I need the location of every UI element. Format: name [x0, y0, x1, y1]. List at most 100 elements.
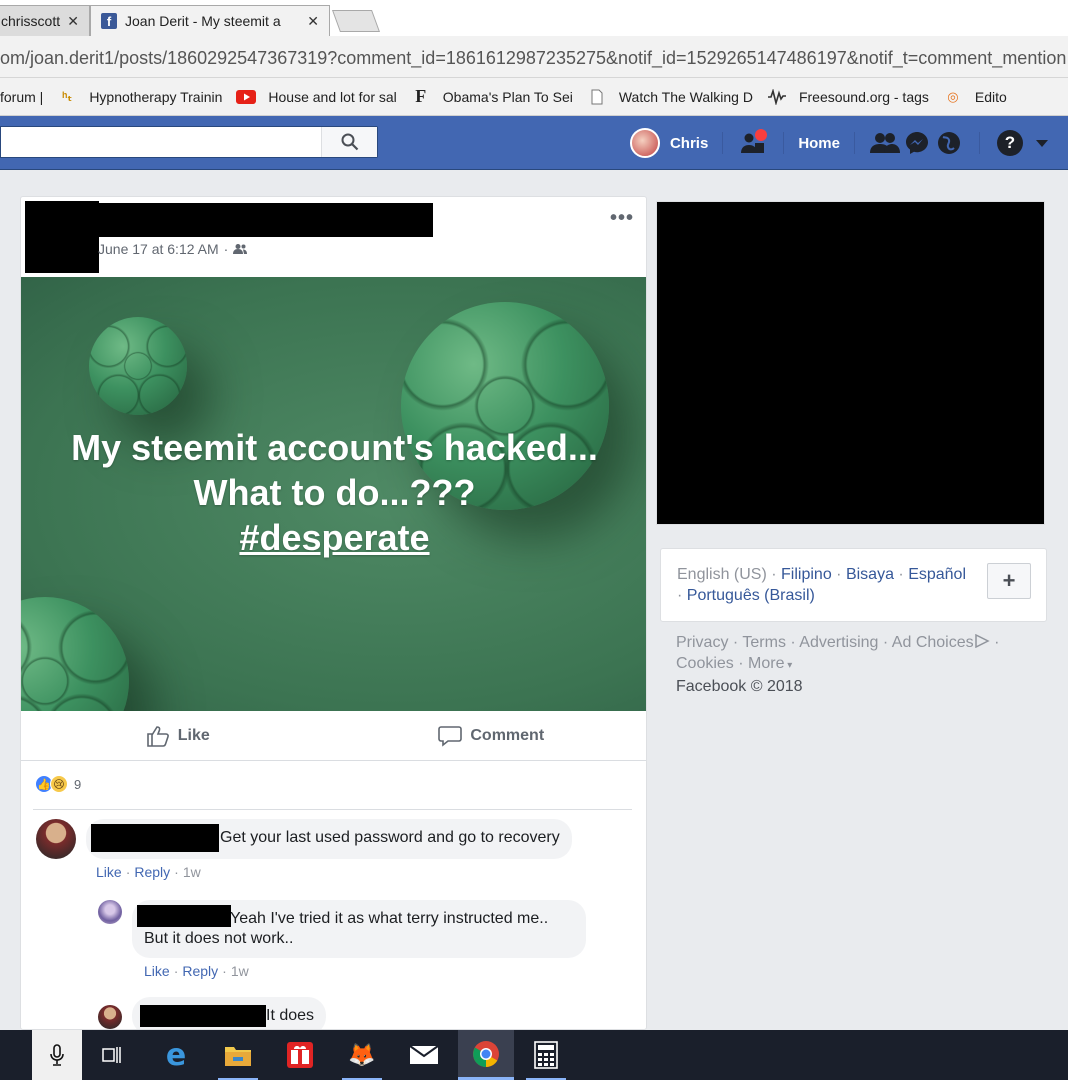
search-icon — [341, 133, 358, 151]
friends-audience-icon — [233, 244, 248, 254]
bookmark-item[interactable]: forum | — [0, 89, 43, 105]
bookmark-label: Watch The Walking D — [618, 88, 753, 105]
comment-bubble: It does — [132, 997, 327, 1029]
profile-name: Chris — [669, 134, 709, 152]
address-bar[interactable]: om/joan.derit1/posts/1860292547367319?co… — [0, 36, 1068, 78]
mail-icon — [409, 1045, 439, 1064]
reactions-summary[interactable]: 👍 😢 9 — [35, 775, 81, 793]
banner-line: What to do...??? — [193, 472, 476, 513]
bookmark-item[interactable]: ◎ Edito — [943, 89, 1007, 105]
more-languages-button[interactable]: + — [987, 563, 1031, 599]
bookmark-label: Freesound.org - tags — [798, 88, 929, 105]
messenger-button[interactable] — [901, 127, 933, 159]
current-language: English (US) — [677, 566, 767, 583]
browser-tab-active[interactable]: f Joan Derit - My steemit a ✕ — [90, 5, 330, 36]
edge-button[interactable]: e — [150, 1030, 202, 1080]
language-link[interactable]: Filipino — [781, 566, 832, 583]
header-nav: Chris Home ? — [629, 116, 1068, 170]
facebook-favicon-icon: f — [101, 13, 117, 29]
profile-link[interactable]: Chris — [629, 128, 709, 158]
comment-text: Get your last used password and go to re… — [220, 829, 560, 846]
divider — [722, 132, 724, 154]
footer-link[interactable]: Privacy — [676, 634, 728, 651]
post-card: June 17 at 6:12 AM · ••• My steemit acco… — [20, 196, 647, 1030]
comment-reply: It does — [98, 997, 327, 1029]
comment-reply: Yeah I've tried it as what terry instruc… — [98, 900, 586, 958]
mail-button[interactable] — [398, 1030, 450, 1080]
sad-reaction-icon: 😢 — [50, 775, 68, 793]
footer-link[interactable]: Terms — [742, 634, 786, 651]
like-label: Like — [177, 726, 210, 744]
caret-down-icon: ▾ — [784, 660, 793, 671]
language-link[interactable]: Español — [908, 566, 966, 583]
bookmark-item[interactable]: Freesound.org - tags — [767, 88, 929, 105]
comment-actions: Like · Reply · 1w — [96, 864, 201, 880]
footer-link[interactable]: Cookies — [676, 655, 734, 672]
cortana-mic-button[interactable] — [32, 1030, 82, 1080]
friend-requests-button[interactable] — [869, 127, 901, 159]
thumbs-up-icon — [146, 725, 169, 747]
hashtag-link[interactable]: #desperate — [21, 515, 646, 560]
url-text[interactable]: om/joan.derit1/posts/1860292547367319?co… — [0, 48, 1066, 69]
youtube-icon — [236, 89, 257, 105]
bookmark-item[interactable]: House and lot for sal — [236, 89, 397, 105]
taskbar: e 🦊 — [0, 1030, 1068, 1080]
sponsored-image[interactable] — [656, 201, 1045, 525]
chrome-icon — [473, 1040, 499, 1067]
post-options-icon[interactable]: ••• — [610, 207, 634, 230]
notifications-button[interactable] — [933, 127, 965, 159]
avatar[interactable] — [36, 819, 76, 859]
new-tab-button[interactable] — [331, 10, 381, 32]
globe-icon — [938, 132, 960, 154]
home-link[interactable]: Home — [798, 135, 840, 152]
account-menu-button[interactable] — [1026, 127, 1058, 159]
comment-reply-link[interactable]: Reply — [134, 864, 170, 880]
language-link[interactable]: Bisaya — [846, 566, 894, 583]
comment-like-link[interactable]: Like — [96, 864, 122, 880]
page-icon — [587, 89, 607, 105]
gimp-button[interactable]: 🦊 — [336, 1030, 388, 1080]
calculator-button[interactable] — [520, 1030, 572, 1080]
find-friends-button[interactable] — [737, 127, 769, 159]
close-tab-icon[interactable]: ✕ — [67, 13, 79, 30]
bookmark-item[interactable]: Watch The Walking D — [587, 89, 753, 105]
search-button[interactable] — [321, 127, 377, 157]
comment-time[interactable]: 1w — [231, 963, 249, 979]
redacted-commenter-name — [140, 1005, 266, 1027]
task-view-button[interactable] — [86, 1030, 138, 1080]
help-button[interactable]: ? — [994, 127, 1026, 159]
ball-graphic — [21, 597, 129, 711]
facebook-header: Chris Home ? — [0, 116, 1068, 170]
divider — [783, 132, 785, 154]
freesound-icon — [767, 88, 787, 105]
bookmark-label: forum | — [0, 88, 44, 105]
footer-link[interactable]: More — [748, 655, 784, 672]
language-link[interactable]: Português (Brasil) — [687, 587, 815, 604]
separator-dot: · — [223, 241, 229, 257]
microphone-icon — [50, 1044, 64, 1066]
close-tab-icon[interactable]: ✕ — [307, 13, 319, 30]
comment-button[interactable]: Comment — [335, 711, 647, 760]
bookmark-item[interactable]: F Obama's Plan To Sei — [411, 86, 573, 106]
gift-app-button[interactable] — [274, 1030, 326, 1080]
file-explorer-button[interactable] — [212, 1030, 264, 1080]
bookmarks-bar: forum | ʰₜ Hypnotherapy Trainin House an… — [0, 78, 1068, 116]
redacted-author-name — [99, 203, 433, 237]
bookmark-item[interactable]: ʰₜ Hypnotherapy Trainin — [57, 89, 222, 105]
like-button[interactable]: Like — [21, 711, 335, 760]
redacted-avatar — [25, 201, 99, 273]
comment-time[interactable]: 1w — [183, 864, 201, 880]
avatar[interactable] — [98, 1005, 122, 1029]
footer-link[interactable]: Advertising — [799, 634, 878, 651]
comment-text: It does — [266, 1007, 315, 1024]
search-input[interactable] — [0, 126, 378, 158]
post-timestamp[interactable]: June 17 at 6:12 AM — [98, 241, 219, 257]
chrome-button[interactable] — [458, 1030, 514, 1080]
footer-link[interactable]: Ad Choices — [892, 634, 974, 651]
avatar[interactable] — [98, 900, 122, 924]
comment-reply-link[interactable]: Reply — [182, 963, 218, 979]
browser-tab[interactable]: chrisscott ✕ — [0, 5, 90, 36]
banner-text: My steemit account's hacked... What to d… — [21, 425, 646, 560]
comment-like-link[interactable]: Like — [144, 963, 170, 979]
tab-title: chrisscott — [1, 13, 61, 29]
